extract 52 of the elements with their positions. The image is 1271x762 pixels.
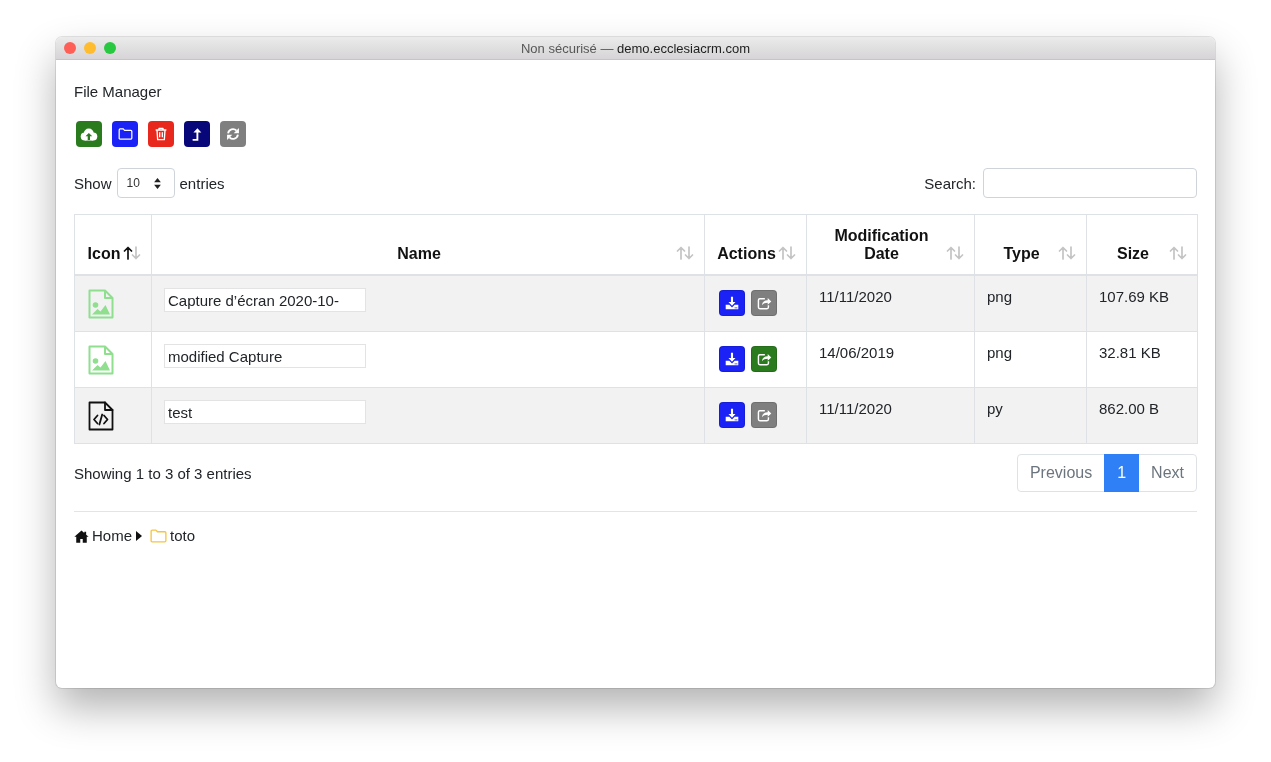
table-cell: py bbox=[974, 387, 1087, 444]
trash-icon bbox=[155, 127, 167, 141]
download-button[interactable] bbox=[719, 346, 745, 372]
share-arrow-icon bbox=[756, 408, 772, 422]
download-icon bbox=[725, 296, 739, 310]
refresh-button[interactable] bbox=[220, 121, 246, 147]
share-arrow-icon bbox=[756, 296, 772, 310]
entries-info: Showing 1 to 3 of 3 entries bbox=[74, 464, 252, 482]
level-up-arrow-icon bbox=[192, 127, 202, 141]
file-name-field[interactable]: test bbox=[164, 400, 366, 424]
share-button[interactable] bbox=[751, 290, 777, 316]
download-button[interactable] bbox=[719, 290, 745, 316]
up-down-arrows-icon bbox=[153, 177, 161, 189]
folder-icon bbox=[150, 529, 167, 543]
table-cell: png bbox=[974, 331, 1087, 388]
table-cell: 11/11/2020 bbox=[806, 387, 975, 444]
table-cell: 862.00 B bbox=[1086, 387, 1198, 444]
image-file-icon bbox=[88, 345, 114, 375]
refresh-icon bbox=[226, 127, 240, 141]
breadcrumb-link[interactable]: toto bbox=[150, 526, 196, 546]
table-cell: 107.69 KB bbox=[1086, 275, 1198, 332]
folder-icon bbox=[117, 128, 133, 140]
window-title: Non sécurisé — demo.ecclesiacrm.com bbox=[520, 40, 750, 56]
page-title: File Manager bbox=[74, 82, 163, 102]
file-name-field[interactable]: modified Capture bbox=[164, 344, 366, 368]
caret-right-icon bbox=[136, 531, 142, 541]
image-file-icon bbox=[88, 289, 114, 319]
search-label: Search: bbox=[924, 174, 976, 192]
share-button[interactable] bbox=[751, 346, 777, 372]
table-cell: 11/11/2020 bbox=[806, 275, 975, 332]
search-field[interactable] bbox=[983, 168, 1197, 198]
cloud-upload-icon bbox=[80, 127, 98, 141]
table-cell: 32.81 KB bbox=[1086, 331, 1198, 388]
file-name-field[interactable]: Capture d’écran 2020-10- bbox=[164, 288, 366, 312]
download-icon bbox=[725, 352, 739, 366]
download-icon bbox=[725, 408, 739, 422]
entries-label: entries bbox=[179, 174, 225, 192]
new-folder-button[interactable] bbox=[112, 121, 138, 147]
share-arrow-icon bbox=[756, 352, 772, 366]
upload-button[interactable] bbox=[76, 121, 102, 147]
download-button[interactable] bbox=[719, 402, 745, 428]
breadcrumb-link[interactable]: Home bbox=[74, 526, 132, 546]
parent-folder-button[interactable] bbox=[184, 121, 210, 147]
delete-button[interactable] bbox=[148, 121, 174, 147]
entries-select[interactable]: 10 bbox=[116, 168, 175, 198]
show-label: Show bbox=[74, 174, 112, 192]
page-button[interactable]: 1 bbox=[1104, 454, 1140, 492]
code-file-icon bbox=[88, 401, 114, 431]
home-icon bbox=[74, 529, 89, 543]
table-cell: 14/06/2019 bbox=[806, 331, 975, 388]
share-button[interactable] bbox=[751, 402, 777, 428]
table-cell: png bbox=[974, 275, 1087, 332]
